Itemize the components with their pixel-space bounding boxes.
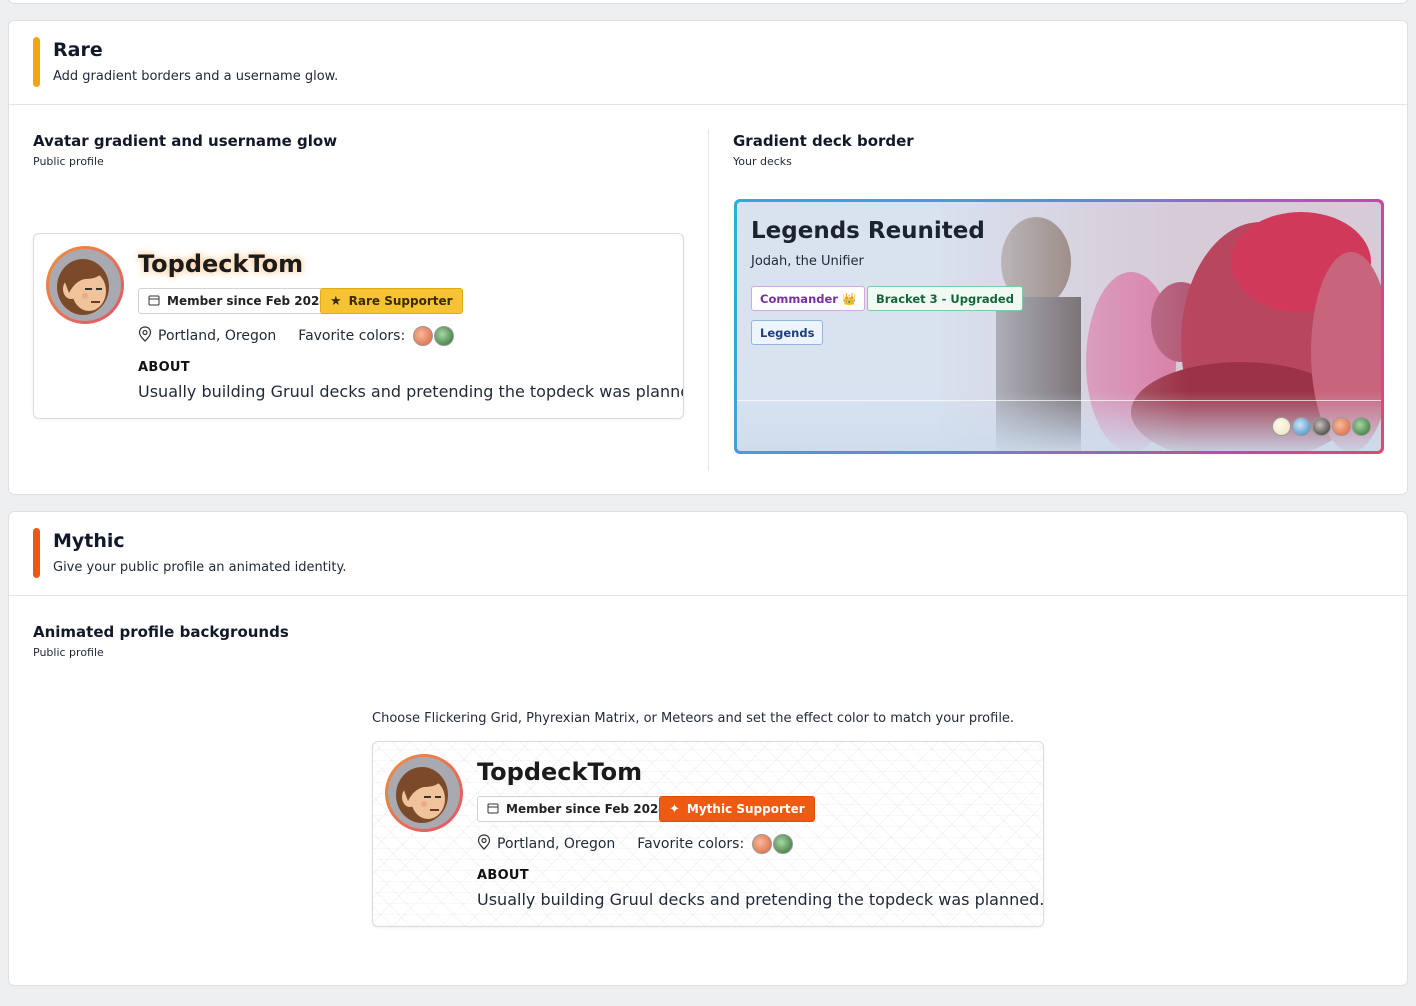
feature-title-animated-backgrounds: Animated profile backgrounds [33,623,289,641]
calendar-icon [148,294,160,309]
mythic-tier-description: Give your public profile an animated ide… [53,560,347,575]
supporter-badge-text: Rare Supporter [348,294,453,308]
green-mana-icon [773,834,794,854]
rare-tier-description: Add gradient borders and a username glow… [53,69,339,84]
black-mana-icon [1312,417,1331,436]
supporter-badge-text: Mythic Supporter [686,802,805,816]
rare-tier-panel: Rare Add gradient borders and a username… [8,20,1408,495]
favorite-colors-label: Favorite colors: [637,836,745,852]
red-mana-icon [413,326,434,346]
avatar-portrait-icon [388,757,460,829]
rare-accent-bar [33,37,40,87]
mythic-tier-header: Mythic Give your public profile an anima… [9,512,1407,596]
deck-color-identity [1272,417,1371,436]
red-mana-icon [752,834,773,854]
red-mana-icon [1332,417,1351,436]
deck-tag-legends: Legends [751,320,824,345]
member-since-badge: Member since Feb 2024 [138,288,338,314]
rare-profile-preview-card: TopdeckTom Member since Feb 2024 ★ Rare … [33,233,684,419]
location-pin-icon [477,834,491,854]
sparkle-icon: ✦ [669,801,680,817]
location-row: Portland, Oregon Favorite colors: [138,326,455,346]
member-since-text: Member since Feb 2024 [167,294,328,308]
about-heading: ABOUT [477,868,529,883]
effect-note: Choose Flickering Grid, Phyrexian Matrix… [372,711,1015,726]
previous-panel-edge [8,0,1408,4]
about-text: Usually building Gruul decks and pretend… [477,890,1044,909]
green-mana-icon [434,326,455,346]
deck-card-inner: Legends Reunited Jodah, the Unifier Comm… [737,202,1381,451]
rare-supporter-badge: ★ Rare Supporter [320,288,463,314]
member-since-text: Member since Feb 2024 [506,802,667,816]
avatar-portrait-icon [49,249,121,321]
location-text: Portland, Oregon [497,836,616,852]
profile-username: TopdeckTom [138,250,304,278]
blue-mana-icon [1292,417,1311,436]
feature-subtitle-avatar-glow: Public profile [33,155,104,168]
feature-title-deck-border: Gradient deck border [733,132,914,150]
member-since-badge: Member since Feb 2024 [477,796,677,822]
feature-subtitle-animated-backgrounds: Public profile [33,646,104,659]
mythic-accent-bar [33,528,40,578]
location-pin-icon [138,326,152,346]
rare-tier-header: Rare Add gradient borders and a username… [9,21,1407,105]
gradient-deck-card[interactable]: Legends Reunited Jodah, the Unifier Comm… [734,199,1384,454]
profile-username: TopdeckTom [477,758,643,786]
feature-subtitle-deck-border: Your decks [733,155,792,168]
favorite-colors-label: Favorite colors: [298,328,406,344]
green-mana-icon [1352,417,1371,436]
avatar [385,754,463,832]
mythic-profile-preview-card: TopdeckTom Member since Feb 2024 ✦ Mythi… [372,741,1044,927]
mythic-tier-panel: Mythic Give your public profile an anima… [8,511,1408,986]
deck-footer-divider [737,400,1381,401]
column-divider [708,129,709,471]
location-row: Portland, Oregon Favorite colors: [477,834,794,854]
avatar [46,246,124,324]
feature-title-avatar-glow: Avatar gradient and username glow [33,132,338,150]
about-heading: ABOUT [138,360,190,375]
star-icon: ★ [330,293,342,309]
about-text: Usually building Gruul decks and pretend… [138,382,684,401]
mythic-tier-title: Mythic [53,530,125,552]
deck-name[interactable]: Legends Reunited [751,218,985,244]
deck-tag-commander: Commander 👑 [751,286,866,311]
deck-commander: Jodah, the Unifier [751,254,864,269]
deck-tag-bracket: Bracket 3 - Upgraded [867,286,1023,311]
white-mana-icon [1272,417,1291,436]
location-text: Portland, Oregon [158,328,277,344]
mythic-supporter-badge: ✦ Mythic Supporter [659,796,815,822]
rare-tier-title: Rare [53,39,103,61]
calendar-icon [487,802,499,817]
